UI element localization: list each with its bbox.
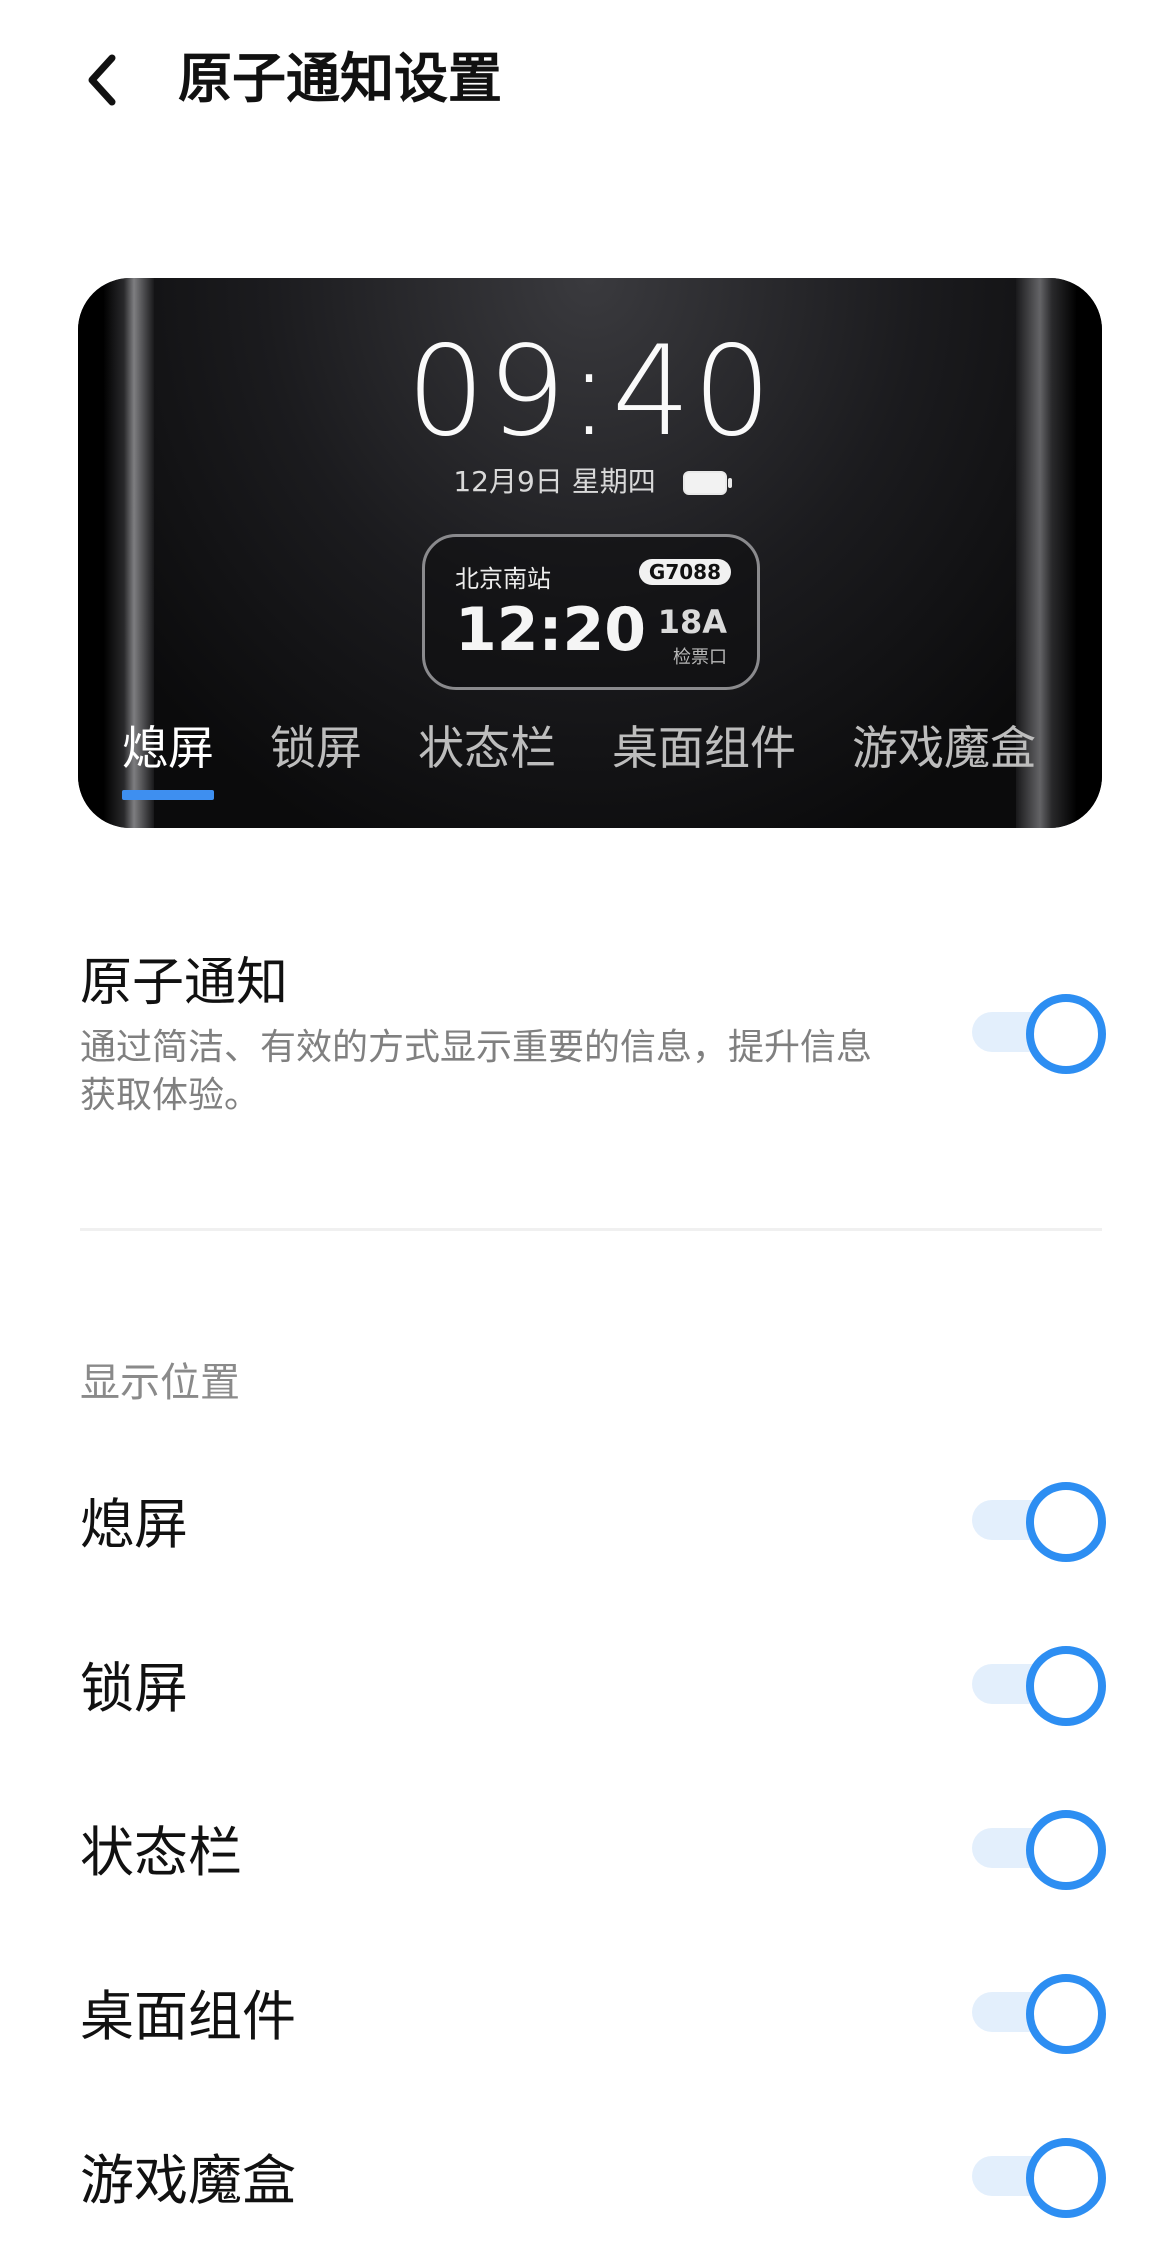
toggle-gamebox[interactable] (972, 2138, 1106, 2218)
ticket-station: 北京南站 (455, 565, 551, 593)
chevron-left-icon (88, 54, 116, 106)
tab-aod[interactable]: 熄屏 (122, 708, 214, 800)
atomic-notification-toggle[interactable] (972, 994, 1106, 1074)
preview-tabs: 熄屏 锁屏 状态栏 桌面组件 游戏魔盒 (122, 708, 1102, 800)
toggle-widget[interactable] (972, 1974, 1106, 2054)
atomic-notification-title: 原子通知 (80, 953, 289, 1013)
ticket-time: 12:20 (455, 595, 646, 665)
toggle-knob (1026, 1646, 1106, 1726)
row-label-aod: 熄屏 (80, 1493, 188, 1556)
toggle-statusbar[interactable] (972, 1810, 1106, 1890)
toggle-aod[interactable] (972, 1482, 1106, 1562)
row-label-statusbar: 状态栏 (80, 1821, 242, 1884)
toggle-knob (1026, 2138, 1106, 2218)
toggle-knob (1026, 1482, 1106, 1562)
header: 原子通知设置 (0, 0, 1172, 160)
tab-statusbar[interactable]: 状态栏 (418, 708, 556, 796)
preview-clock: 09:40 (406, 320, 774, 464)
ticket-gate: 检票口 (673, 647, 727, 668)
ticket-train-badge: G7088 (638, 559, 731, 585)
toggle-knob (1026, 1810, 1106, 1890)
preview-card: 09:40 12月9日 星期四 北京南站 G7088 12:20 18A 检票口… (78, 278, 1102, 828)
row-label-widget: 桌面组件 (80, 1985, 296, 2048)
atomic-notification-description: 通过简洁、有效的方式显示重要的信息，提升信息获取体验。 (80, 1027, 873, 1116)
divider (80, 1228, 1102, 1231)
preview-date: 12月9日 星期四 (453, 465, 656, 498)
toggle-lockscreen[interactable] (972, 1646, 1106, 1726)
toggle-knob (1026, 994, 1106, 1074)
back-button[interactable] (72, 40, 132, 120)
tab-lockscreen[interactable]: 锁屏 (270, 708, 362, 796)
train-ticket-card: 北京南站 G7088 12:20 18A 检票口 (422, 534, 760, 690)
toggle-knob (1026, 1974, 1106, 2054)
page-title: 原子通知设置 (178, 47, 502, 110)
tab-gamebox[interactable]: 游戏魔盒 (852, 708, 1036, 796)
battery-icon (682, 471, 732, 495)
ticket-seat: 18A (657, 603, 727, 641)
row-label-gamebox: 游戏魔盒 (80, 2149, 296, 2212)
preview-date-row: 12月9日 星期四 (78, 460, 1102, 500)
section-label-display-position: 显示位置 (80, 1360, 240, 1406)
row-label-lockscreen: 锁屏 (80, 1657, 188, 1720)
tab-widget[interactable]: 桌面组件 (612, 708, 796, 796)
